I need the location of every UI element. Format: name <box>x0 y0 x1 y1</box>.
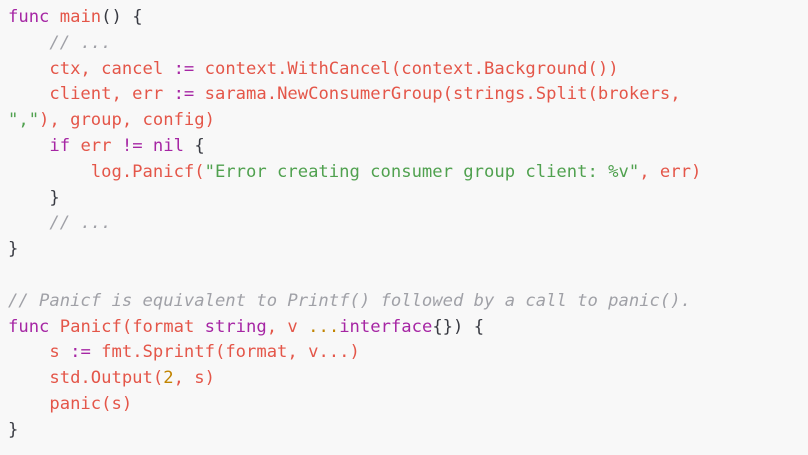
code-line: s := fmt.Sprintf(format, v...) <box>8 340 808 366</box>
code-token: , err) <box>639 161 702 182</box>
code-token: != <box>121 135 143 156</box>
code-token: ctx, cancel <box>8 58 174 79</box>
code-line: if err != nil { <box>8 134 808 160</box>
code-token: 2 <box>163 368 174 389</box>
code-line: func main() { <box>8 5 808 31</box>
code-token: , v <box>266 316 309 337</box>
code-token: std.Output( <box>8 368 164 389</box>
code-token: ... <box>308 316 340 337</box>
code-token: log.Panicf( <box>8 161 205 182</box>
code-block: func main() { // ... ctx, cancel := cont… <box>0 0 808 455</box>
code-line: client, err := sarama.NewConsumerGroup(s… <box>8 82 808 108</box>
code-line: } <box>8 186 808 212</box>
code-line: func Panicf(format string, v ...interfac… <box>8 315 808 341</box>
code-token: main <box>59 7 102 27</box>
code-token: Panicf(format <box>59 316 205 337</box>
code-token: } <box>8 419 19 440</box>
code-token: context.WithCancel(context.Background()) <box>194 58 619 79</box>
code-token: s <box>8 342 71 363</box>
code-token: // ... <box>49 32 112 53</box>
code-token: } <box>8 187 60 208</box>
code-token: := <box>70 342 91 363</box>
code-line: ","), group, config) <box>8 108 808 134</box>
code-token: ), group, config) <box>39 110 215 131</box>
code-line: // Panicf is equivalent to Printf() foll… <box>8 289 808 315</box>
code-token: string <box>204 316 267 337</box>
code-token: // Panicf is equivalent to Printf() foll… <box>8 290 691 311</box>
code-token: interface <box>339 316 433 337</box>
code-token: "Error creating consumer group client: %… <box>204 161 640 182</box>
code-token: { <box>183 135 205 156</box>
code-token: "," <box>8 110 40 131</box>
code-line: panic(s) <box>8 392 808 418</box>
code-line: // ... <box>8 31 808 57</box>
code-line: log.Panicf("Error creating consumer grou… <box>8 160 808 186</box>
code-token: } <box>8 239 19 260</box>
code-line: // ... <box>8 211 808 237</box>
code-token: := <box>173 84 195 105</box>
code-line: } <box>8 237 808 263</box>
code-token: client, err <box>8 84 174 105</box>
code-token: if <box>49 135 71 156</box>
code-token: , s) <box>173 368 215 389</box>
code-token: err <box>70 135 122 156</box>
code-token: nil <box>152 135 184 156</box>
code-token: () { <box>101 7 143 27</box>
code-line: ctx, cancel := context.WithCancel(contex… <box>8 57 808 83</box>
code-line: std.Output(2, s) <box>8 366 808 392</box>
code-token: {}) { <box>432 316 485 337</box>
code-token: func <box>8 316 50 337</box>
code-token: func <box>8 7 50 27</box>
code-line: } <box>8 418 808 444</box>
code-token: fmt.Sprintf(format, v...) <box>90 342 360 363</box>
code-token: := <box>173 58 195 79</box>
code-token: sarama.NewConsumerGroup(strings.Split(br… <box>194 84 681 105</box>
code-token: // ... <box>49 213 112 234</box>
code-token: panic(s) <box>8 393 133 414</box>
